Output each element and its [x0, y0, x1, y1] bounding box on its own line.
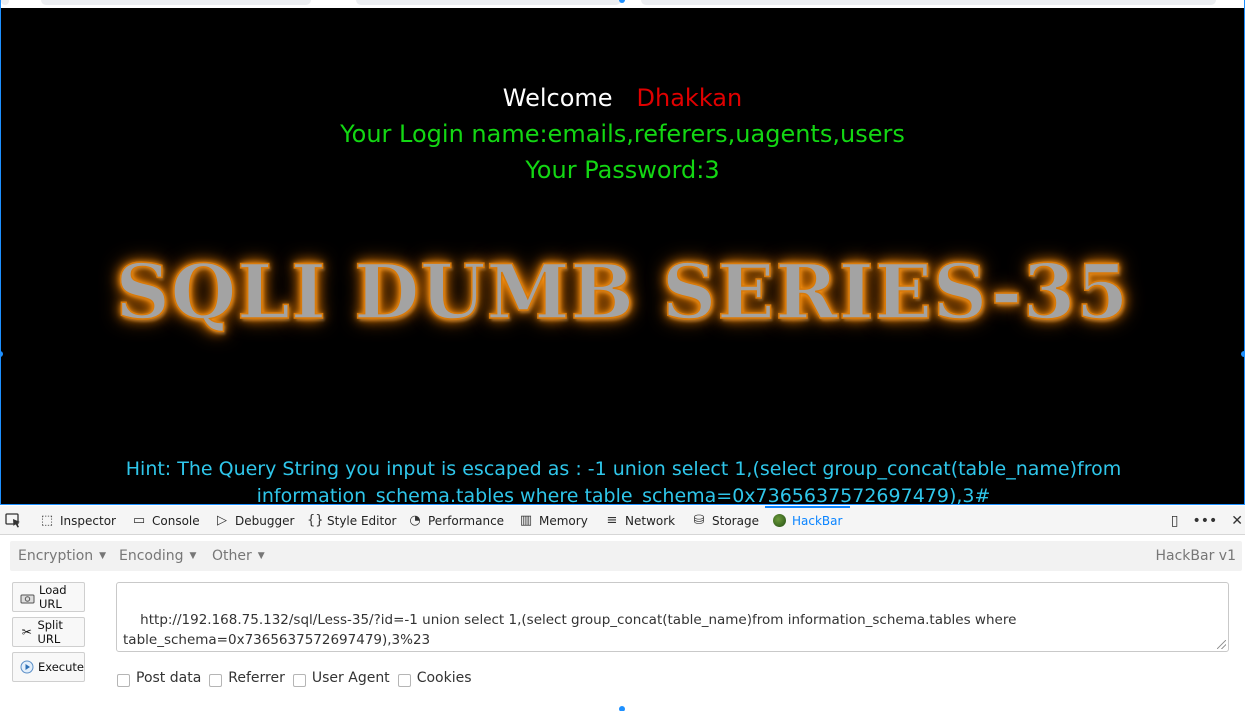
- other-menu[interactable]: Other ▼: [212, 541, 265, 571]
- devtools-right-controls: ▯ ••• ✕: [1171, 506, 1245, 535]
- close-devtools-icon[interactable]: ✕: [1231, 513, 1243, 529]
- dock-side-icon[interactable]: ▯: [1171, 513, 1179, 529]
- post-data-option[interactable]: Post data: [117, 670, 201, 687]
- tab-label: Performance: [428, 513, 505, 528]
- tab-label: Memory: [539, 513, 588, 528]
- welcome-username: Dhakkan: [636, 84, 743, 112]
- button-label: Split URL: [37, 618, 63, 646]
- tab-label: Network: [625, 513, 676, 528]
- menu-label: Other: [212, 548, 252, 564]
- cookies-option[interactable]: Cookies: [397, 670, 472, 687]
- referrer-checkbox[interactable]: [209, 673, 223, 687]
- series-banner-logo: SQLI DUMB SERIES-35: [115, 247, 1130, 337]
- menu-label: Encoding: [119, 548, 184, 564]
- console-icon: ▭: [132, 513, 146, 528]
- tab-console[interactable]: ▭ Console: [132, 506, 200, 535]
- option-label: Post data: [136, 670, 202, 686]
- cookies-checkbox[interactable]: [397, 673, 411, 687]
- chevron-down-icon: ▼: [99, 551, 107, 561]
- tab-label: Style Editor: [327, 513, 397, 528]
- more-options-icon[interactable]: •••: [1192, 513, 1217, 529]
- request-options: Post data Referrer User Agent Cookies: [117, 668, 480, 688]
- memory-icon: ▥: [519, 513, 533, 528]
- resize-grip-icon[interactable]: [1217, 640, 1226, 649]
- execute-button[interactable]: Execute: [12, 652, 85, 682]
- storage-icon: ⛁: [693, 513, 705, 528]
- debugger-icon: ▷: [217, 513, 227, 528]
- tab-inspector[interactable]: ⬚ Inspector: [40, 506, 116, 535]
- login-name-text: Your Login name:emails,referers,uagents,…: [340, 120, 905, 148]
- referrer-option[interactable]: Referrer: [209, 670, 285, 687]
- devtools-toolbar: ⬚ Inspector ▭ Console ▷ Debugger {} Styl…: [0, 506, 1245, 535]
- tab-label: Storage: [712, 513, 759, 528]
- post-data-checkbox[interactable]: [117, 673, 130, 687]
- tab-debugger[interactable]: ▷ Debugger: [215, 506, 294, 535]
- button-label: Execute: [38, 660, 84, 674]
- tab-hackbar[interactable]: HackBar: [764, 506, 851, 535]
- welcome-label: Welcome: [502, 84, 613, 112]
- url-text: http://192.168.75.132/sql/Less-35/?id=-1…: [123, 612, 1021, 648]
- encryption-menu[interactable]: Encryption ▼: [18, 541, 106, 571]
- tab-label: Console: [152, 513, 200, 528]
- url-textarea[interactable]: http://192.168.75.132/sql/Less-35/?id=-1…: [116, 582, 1229, 652]
- resize-handle-bottom[interactable]: [619, 706, 625, 711]
- load-url-icon: [20, 590, 35, 605]
- tab-label: HackBar: [792, 513, 843, 528]
- chevron-down-icon: ▼: [257, 551, 265, 561]
- element-picker-icon[interactable]: [5, 512, 21, 528]
- hackbar-menu-bar: Encryption ▼ Encoding ▼ Other ▼ HackBar …: [10, 541, 1242, 571]
- network-icon: ≡: [606, 513, 618, 528]
- execute-icon: [20, 660, 34, 675]
- tab-label: Debugger: [235, 513, 295, 528]
- tab-memory[interactable]: ▥ Memory: [519, 506, 588, 535]
- resize-handle-right[interactable]: [1241, 351, 1245, 357]
- tab-performance[interactable]: ◔ Performance: [408, 506, 504, 535]
- inspector-icon: ⬚: [40, 513, 54, 528]
- hackbar-version: HackBar v1: [1155, 548, 1237, 564]
- hackbar-icon: [773, 514, 786, 527]
- performance-icon: ◔: [409, 513, 421, 528]
- scissors-icon: ✂: [21, 625, 32, 639]
- user-agent-checkbox[interactable]: [292, 673, 306, 687]
- option-label: Cookies: [416, 670, 472, 686]
- user-agent-option[interactable]: User Agent: [292, 670, 390, 687]
- welcome-line: Welcome Dhakkan: [1, 84, 1244, 112]
- split-url-button[interactable]: ✂ Split URL: [12, 617, 85, 647]
- load-url-button[interactable]: Load URL: [12, 582, 85, 612]
- style-editor-icon: {}: [307, 513, 324, 528]
- option-label: Referrer: [228, 670, 285, 686]
- button-label: Load URL: [39, 583, 67, 611]
- tab-storage[interactable]: ⛁ Storage: [692, 506, 759, 535]
- query-hint-text: Hint: The Query String you input is esca…: [125, 458, 1122, 505]
- option-label: User Agent: [311, 670, 390, 686]
- chevron-down-icon: ▼: [189, 551, 197, 561]
- tab-style-editor[interactable]: {} Style Editor: [307, 506, 396, 535]
- tab-label: Inspector: [60, 513, 116, 528]
- hackbar-panel: Encryption ▼ Encoding ▼ Other ▼ HackBar …: [0, 535, 1245, 711]
- page-viewport: Welcome Dhakkan Your Login name:emails,re…: [0, 0, 1245, 505]
- menu-label: Encryption: [18, 548, 94, 564]
- tab-network[interactable]: ≡ Network: [605, 506, 676, 535]
- password-text: Your Password:3: [525, 156, 720, 184]
- encoding-menu[interactable]: Encoding ▼: [119, 541, 196, 571]
